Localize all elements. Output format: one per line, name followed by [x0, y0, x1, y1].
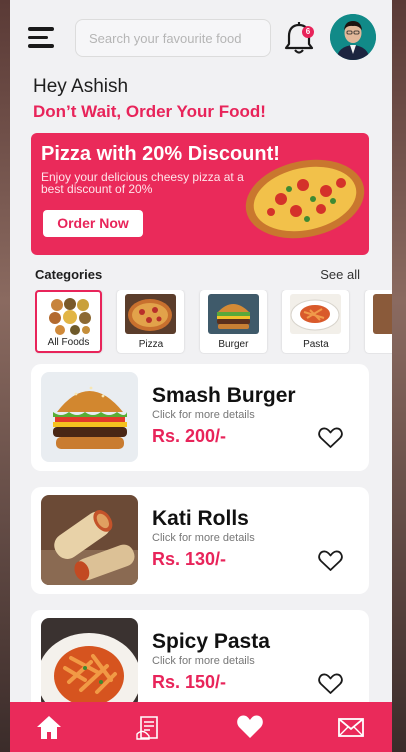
- category-burger[interactable]: Burger: [199, 290, 267, 353]
- mail-icon[interactable]: [337, 714, 365, 740]
- food-card[interactable]: Smash Burger Click for more details Rs. …: [31, 364, 369, 471]
- food-card[interactable]: Kati Rolls Click for more details Rs. 13…: [31, 487, 369, 594]
- food-price: Rs. 150/-: [152, 672, 227, 692]
- all-foods-image: [45, 296, 96, 336]
- search-input[interactable]: Search your favourite food: [75, 19, 271, 57]
- promo-subtitle: Enjoy your delicious cheesy pizza at a b…: [41, 170, 244, 196]
- categories-heading: Categories: [35, 267, 103, 282]
- pizza-category-image: [125, 294, 177, 334]
- hamburger-menu-icon[interactable]: [28, 27, 54, 49]
- notification-badge: 6: [302, 26, 314, 38]
- category-next-partial[interactable]: [364, 290, 392, 353]
- promo-banner[interactable]: Pizza with 20% Discount! Enjoy your deli…: [31, 133, 369, 255]
- food-name: Kati Rolls: [152, 507, 249, 530]
- food-name: Smash Burger: [152, 384, 296, 407]
- category-label: All Foods: [47, 337, 90, 348]
- top-bar: Search your favourite food 6: [10, 0, 392, 70]
- greeting-text: Hey Ashish: [33, 76, 129, 97]
- avatar[interactable]: [330, 14, 376, 60]
- pizza-image: [245, 159, 365, 239]
- kati-rolls-image: [41, 495, 138, 585]
- background-right: [390, 0, 406, 752]
- see-all-link[interactable]: See all: [320, 267, 360, 282]
- tagline-text: Don’t Wait, Order Your Food!: [33, 102, 266, 121]
- category-list: All Foods Pizza Burger Pasta: [35, 290, 392, 354]
- heart-icon[interactable]: [318, 550, 343, 572]
- heart-icon[interactable]: [318, 427, 343, 449]
- menu-card-icon[interactable]: [135, 714, 163, 740]
- category-pizza[interactable]: Pizza: [117, 290, 185, 353]
- home-icon[interactable]: [35, 714, 63, 740]
- category-label: Pizza: [138, 339, 164, 350]
- category-label: Pasta: [303, 339, 329, 350]
- pasta-category-image: [290, 294, 342, 334]
- food-details-hint: Click for more details: [152, 532, 255, 544]
- category-pasta[interactable]: Pasta: [282, 290, 350, 353]
- category-partial-image: [372, 294, 392, 334]
- food-price: Rs. 130/-: [152, 549, 227, 569]
- bottom-navigation: [10, 702, 392, 752]
- food-card[interactable]: Spicy Pasta Click for more details Rs. 1…: [31, 610, 369, 717]
- food-details-hint: Click for more details: [152, 409, 255, 421]
- food-details-hint: Click for more details: [152, 655, 255, 667]
- spicy-pasta-image: [41, 618, 138, 708]
- food-price: Rs. 200/-: [152, 426, 227, 446]
- category-label: Burger: [218, 339, 249, 350]
- smash-burger-image: [41, 372, 138, 462]
- burger-category-image: [207, 294, 259, 334]
- notification-bell-icon[interactable]: 6: [282, 20, 316, 56]
- order-now-button[interactable]: Order Now: [43, 210, 143, 237]
- food-name: Spicy Pasta: [152, 630, 270, 653]
- category-all-foods[interactable]: All Foods: [35, 290, 102, 353]
- app-screen: Search your favourite food 6 Hey Ashish …: [10, 0, 392, 752]
- heart-icon[interactable]: [318, 673, 343, 695]
- heart-icon[interactable]: [236, 714, 264, 740]
